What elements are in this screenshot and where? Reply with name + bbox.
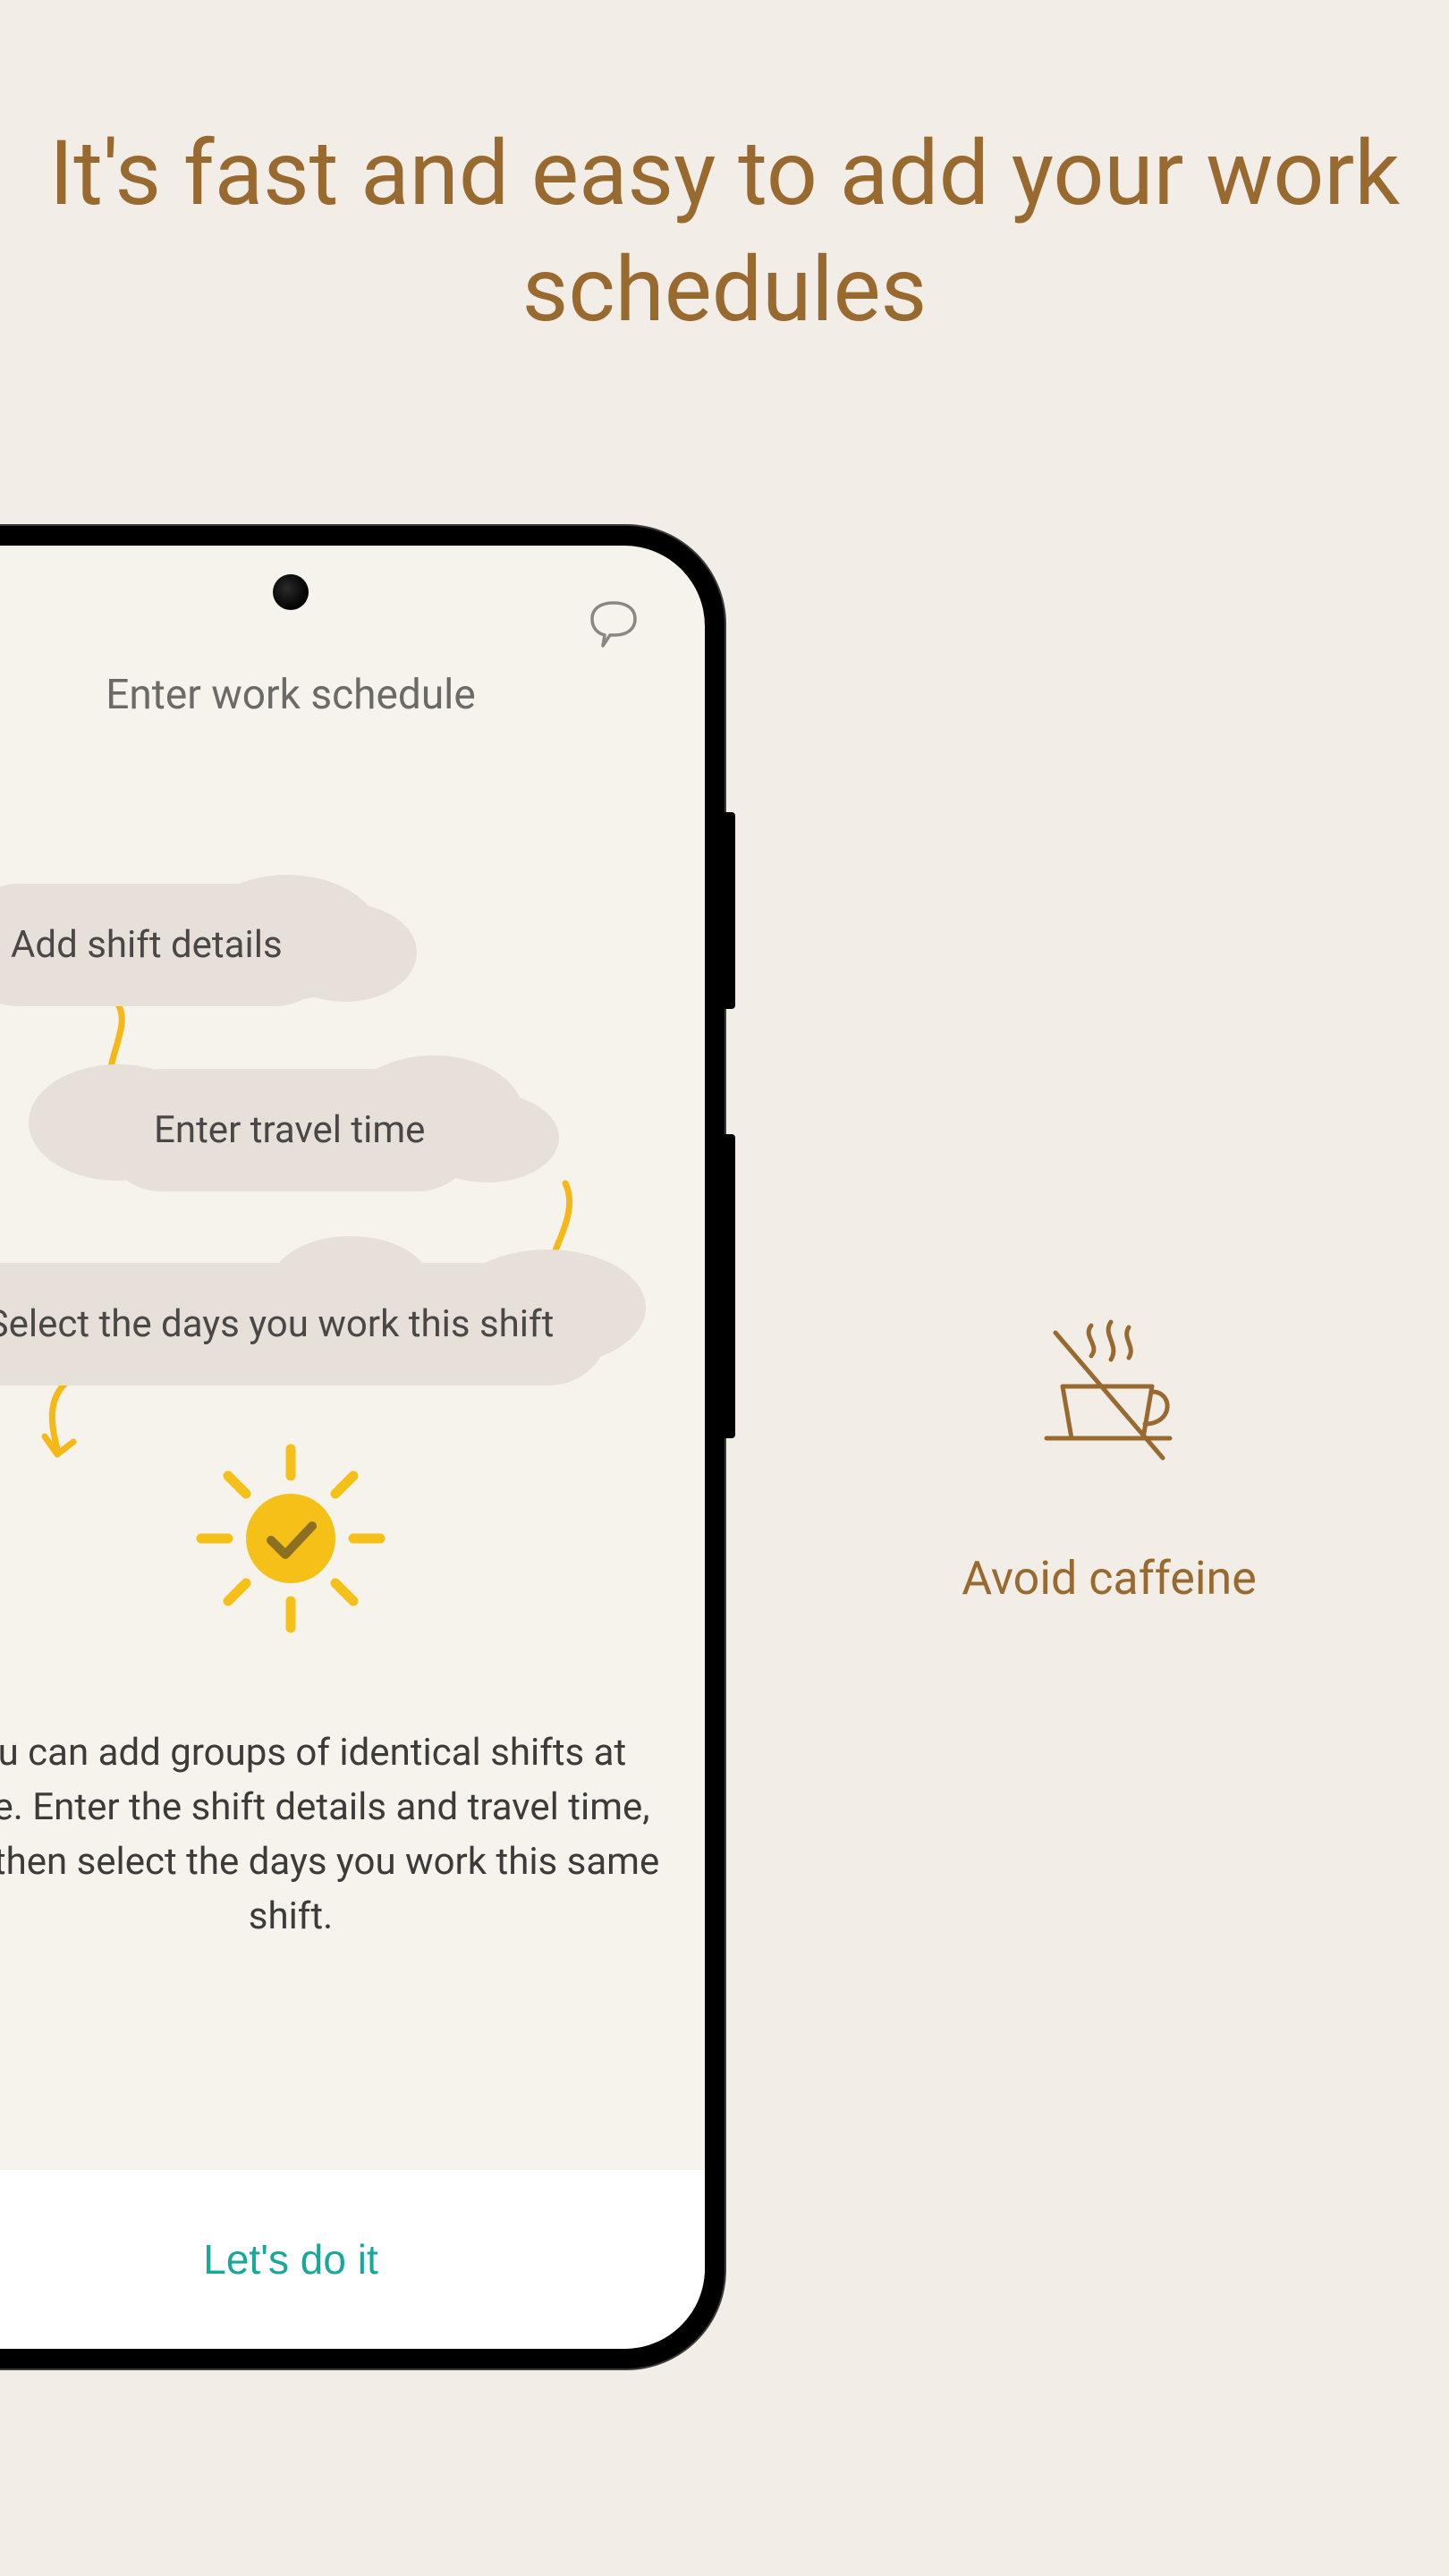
chat-bubble-icon[interactable] [585, 599, 642, 657]
lets-do-it-button[interactable]: Let's do it [203, 2235, 377, 2284]
arrow-down-icon [29, 1376, 100, 1474]
flow-step-cloud: Add shift details [0, 884, 336, 1006]
no-caffeine-icon [930, 1315, 1288, 1470]
screen-title: Enter work schedule [0, 671, 705, 719]
phone-screen: Enter work schedule Add shift details En… [0, 546, 705, 2349]
page-headline: It's fast and easy to add your work sche… [0, 116, 1449, 349]
tip-avoid-caffeine: Avoid caffeine [930, 1315, 1288, 1606]
sun-check-icon [192, 1440, 389, 1640]
flow-step-label: Add shift details [11, 923, 283, 967]
flow-step-label: Enter travel time [154, 1108, 425, 1152]
phone-camera [273, 574, 309, 610]
flow-step-label: Select the days you work this shift [0, 1302, 554, 1346]
onboarding-flow: Add shift details Enter travel time Sele… [0, 884, 705, 1385]
phone-side-button [723, 812, 735, 1009]
cta-bar: Let's do it [0, 2170, 705, 2349]
flow-step-cloud: Select the days you work this shift [0, 1263, 610, 1385]
onboarding-description: You can add groups of identical shifts a… [0, 1726, 660, 1945]
tip-label: Avoid caffeine [930, 1551, 1288, 1606]
flow-step-cloud: Enter travel time [100, 1069, 479, 1191]
phone-frame: Enter work schedule Add shift details En… [0, 526, 724, 2368]
phone-side-button [723, 1134, 735, 1438]
